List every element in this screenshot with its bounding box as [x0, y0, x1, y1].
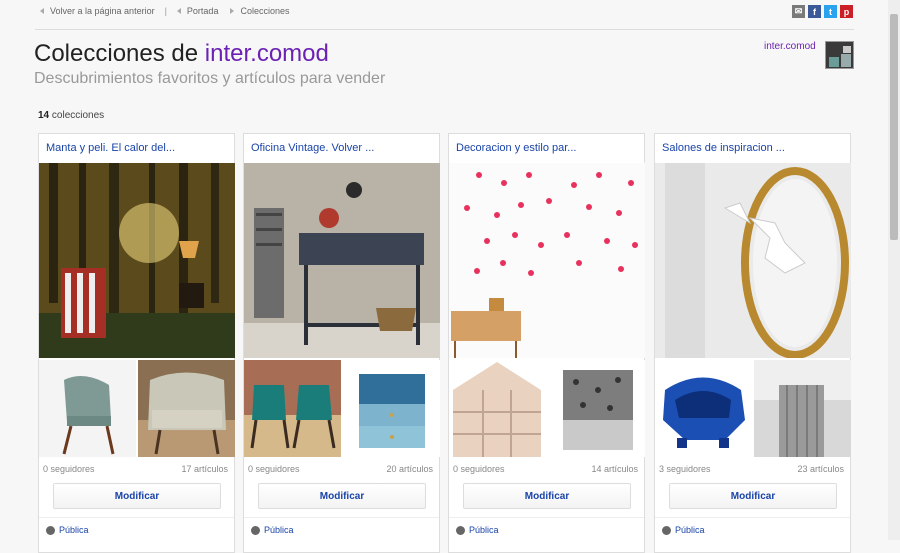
collection-title[interactable]: Decoracion y estilo par...: [456, 142, 576, 154]
top-bar: Volver a la página anterior | Portada Co…: [0, 0, 888, 24]
collection-stats: 0 seguidores 20 artículos: [248, 464, 433, 474]
articles-count[interactable]: 14 artículos: [591, 464, 638, 474]
vertical-scrollbar[interactable]: [888, 0, 900, 540]
home-arrow-icon: [176, 8, 181, 14]
scrollbar-thumb[interactable]: [890, 14, 898, 240]
card-divider: [449, 517, 644, 518]
twitter-icon[interactable]: t: [824, 5, 837, 18]
collection-thumbnail[interactable]: [754, 360, 851, 457]
breadcrumb: Volver a la página anterior | Portada Co…: [40, 6, 289, 16]
followers-count[interactable]: 0 seguidores: [43, 464, 95, 474]
collection-thumbnail[interactable]: [449, 360, 546, 457]
breadcrumb-separator: |: [164, 6, 167, 16]
collection-thumbnail[interactable]: [138, 360, 235, 457]
visibility-label[interactable]: Pública: [662, 525, 705, 535]
collections-count-label: colecciones: [51, 110, 105, 121]
collection-card[interactable]: Decoracion y estilo par... 0 seguidores …: [448, 133, 645, 553]
collection-thumbnail[interactable]: [244, 360, 341, 457]
pinterest-icon[interactable]: p: [840, 5, 853, 18]
visibility-text: Pública: [59, 525, 89, 535]
collection-cover-image[interactable]: [449, 163, 645, 358]
visibility-label[interactable]: Pública: [46, 525, 89, 535]
collection-title[interactable]: Manta y peli. El calor del...: [46, 142, 175, 154]
collection-cover-image[interactable]: [655, 163, 851, 358]
collection-stats: 3 seguidores 23 artículos: [659, 464, 844, 474]
header-divider: [35, 29, 854, 30]
breadcrumb-home[interactable]: Portada: [187, 6, 219, 16]
title-username[interactable]: inter.comod: [205, 40, 329, 67]
collection-thumbnail[interactable]: [39, 360, 136, 457]
followers-count[interactable]: 0 seguidores: [453, 464, 505, 474]
collection-card[interactable]: Oficina Vintage. Volver ... 0 seguidores…: [243, 133, 440, 553]
collections-count: 14 colecciones: [38, 110, 104, 121]
articles-count[interactable]: 23 artículos: [797, 464, 844, 474]
title-prefix: Colecciones de: [34, 40, 199, 67]
visibility-text: Pública: [675, 525, 705, 535]
collection-thumbnail[interactable]: [655, 360, 752, 457]
card-divider: [39, 517, 234, 518]
visibility-text: Pública: [264, 525, 294, 535]
back-link[interactable]: Volver a la página anterior: [50, 6, 155, 16]
page-title: Colecciones de inter.comod: [34, 40, 329, 68]
avatar[interactable]: [825, 41, 854, 69]
modify-button[interactable]: Modificar: [463, 483, 631, 509]
collection-title[interactable]: Oficina Vintage. Volver ...: [251, 142, 374, 154]
share-icons: ✉ f t p: [792, 5, 853, 18]
user-profile-link[interactable]: inter.comod: [764, 41, 816, 52]
globe-icon: [251, 525, 260, 535]
articles-count[interactable]: 20 artículos: [386, 464, 433, 474]
visibility-text: Pública: [469, 525, 499, 535]
visibility-label[interactable]: Pública: [251, 525, 294, 535]
collection-cover-image[interactable]: [244, 163, 440, 358]
mail-icon[interactable]: ✉: [792, 5, 805, 18]
modify-button[interactable]: Modificar: [53, 483, 221, 509]
breadcrumb-current[interactable]: Colecciones: [240, 6, 289, 16]
facebook-icon[interactable]: f: [808, 5, 821, 18]
followers-count[interactable]: 0 seguidores: [248, 464, 300, 474]
collection-thumbnail[interactable]: [343, 360, 440, 457]
globe-icon: [456, 525, 465, 535]
modify-button[interactable]: Modificar: [669, 483, 837, 509]
followers-count[interactable]: 3 seguidores: [659, 464, 711, 474]
collection-stats: 0 seguidores 14 artículos: [453, 464, 638, 474]
visibility-label[interactable]: Pública: [456, 525, 499, 535]
collection-stats: 0 seguidores 17 artículos: [43, 464, 228, 474]
collection-card[interactable]: Manta y peli. El calor del... 0 seguidor…: [38, 133, 235, 553]
globe-icon: [662, 525, 671, 535]
collection-cover-image[interactable]: [39, 163, 235, 358]
card-divider: [244, 517, 439, 518]
modify-button[interactable]: Modificar: [258, 483, 426, 509]
collections-count-number: 14: [38, 110, 50, 121]
collection-card[interactable]: Salones de inspiracion ... 3 seguidores …: [654, 133, 851, 553]
card-divider: [655, 517, 850, 518]
globe-icon: [46, 525, 55, 535]
breadcrumb-arrow-icon: [230, 8, 235, 14]
back-arrow-icon: [40, 8, 44, 14]
collection-thumbnail[interactable]: [548, 360, 645, 457]
articles-count[interactable]: 17 artículos: [181, 464, 228, 474]
collection-title[interactable]: Salones de inspiracion ...: [662, 142, 785, 154]
page-subtitle: Descubrimientos favoritos y artículos pa…: [34, 70, 386, 87]
